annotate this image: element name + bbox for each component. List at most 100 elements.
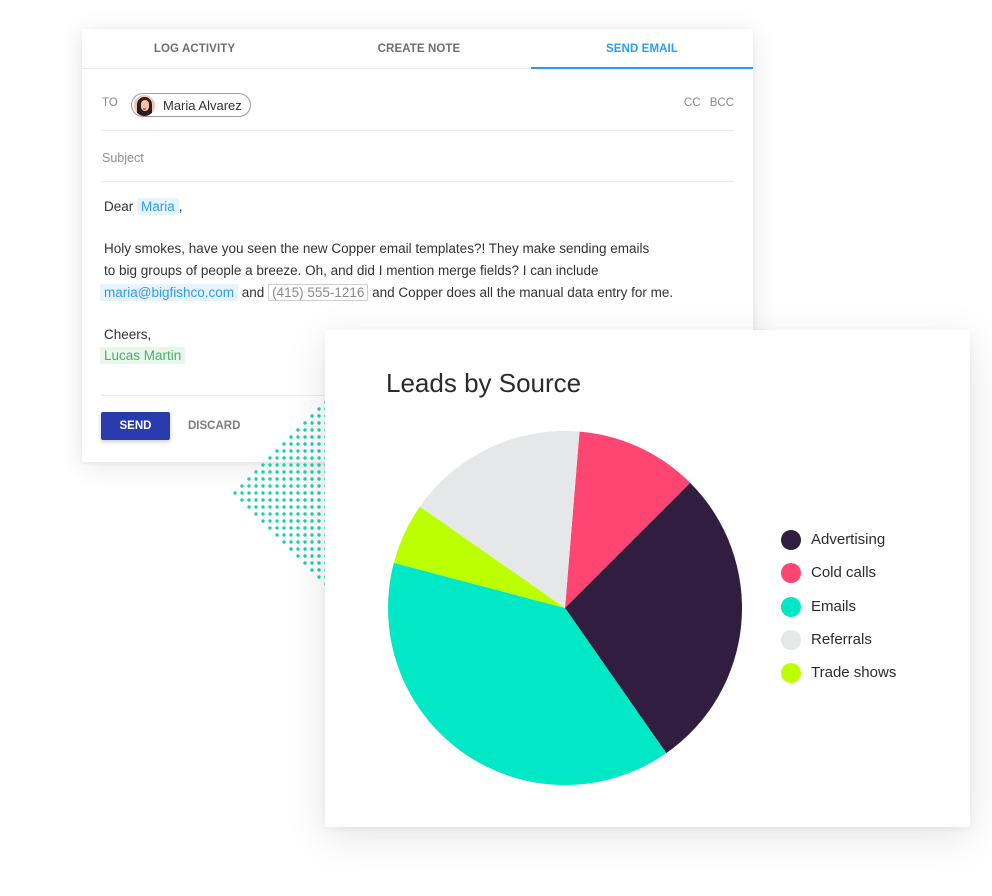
decorative-dot [317,526,321,530]
decorative-dot [289,442,293,446]
merge-field-email[interactable]: maria@bigfishco.com [100,284,238,301]
decorative-dot [261,512,265,516]
decorative-dot [254,477,258,481]
decorative-dot [317,498,321,502]
email-body-line-2: to big groups of people a breeze. Oh, an… [104,263,599,278]
decorative-dot [289,435,293,439]
decorative-dot [317,505,321,509]
decorative-dot [268,498,272,502]
cc-bcc-links: CC BCC [678,97,734,109]
legend-swatch [781,530,801,550]
decorative-dot [254,484,258,488]
decorative-dot [289,449,293,453]
decorative-dot [296,540,300,544]
decorative-dot [317,568,321,572]
decorative-dot [296,463,300,467]
decorative-dot [303,456,307,460]
decorative-dot [275,463,279,467]
decorative-dot [310,512,314,516]
decorative-dot [317,442,321,446]
decorative-dot [296,505,300,509]
decorative-dot [289,547,293,551]
decorative-dot [261,484,265,488]
email-greeting: Dear Maria, [104,196,183,218]
divider [101,181,734,182]
decorative-dot [282,491,286,495]
decorative-dot [296,477,300,481]
decorative-dot [296,519,300,523]
decorative-dot [310,561,314,565]
decorative-dot [275,477,279,481]
decorative-dot [289,505,293,509]
decorative-dot [282,498,286,502]
decorative-dot [303,484,307,488]
leads-chart-card: Leads by Source Advertising Cold calls Ema… [325,330,970,827]
send-button[interactable]: SEND [101,412,170,440]
merge-field-phone[interactable]: (415) 555-1216 [268,284,369,301]
tab-send-email[interactable]: SEND EMAIL [531,29,753,69]
tab-create-note[interactable]: CREATE NOTE [307,29,531,69]
merge-field-first-name[interactable]: Maria [137,198,179,215]
legend-label: Emails [811,597,857,615]
greeting-text: Dear [104,199,134,214]
decorative-dot [303,491,307,495]
decorative-dot [310,463,314,467]
decorative-dot [303,498,307,502]
decorative-dot [268,519,272,523]
decorative-dot [296,449,300,453]
decorative-dot [261,505,265,509]
decorative-dot [275,498,279,502]
decorative-dot [296,526,300,530]
decorative-dot [261,477,265,481]
decorative-dot [240,498,244,502]
body-rest-text: and Copper does all the manual data entr… [372,285,674,300]
decorative-dot [310,519,314,523]
decorative-dot [317,491,321,495]
greeting-comma: , [178,199,183,214]
legend-swatch [781,596,801,617]
decorative-dot [247,491,251,495]
tab-log-activity[interactable]: LOG ACTIVITY [82,29,307,69]
decorative-dot [275,484,279,488]
decorative-dot [233,491,237,495]
decorative-dot [289,526,293,530]
decorative-dot [275,449,279,453]
decorative-dot [317,561,321,565]
bcc-link[interactable]: BCC [710,97,734,109]
decorative-dot [310,414,314,418]
decorative-dot [247,477,251,481]
decorative-dot [317,407,321,411]
cc-link[interactable]: CC [684,97,701,109]
decorative-dot [282,505,286,509]
decorative-dot [282,484,286,488]
decorative-dot [275,519,279,523]
recipient-chip[interactable]: Maria Alvarez [131,93,251,117]
decorative-dot [268,470,272,474]
decorative-dot [310,498,314,502]
decorative-dot [310,477,314,481]
decorative-dot [289,540,293,544]
subject-input[interactable]: Subject [102,151,144,165]
decorative-dot [282,512,286,516]
decorative-dot [296,435,300,439]
to-label: TO [102,97,118,109]
decorative-dot [296,554,300,558]
decorative-dot [289,491,293,495]
decorative-dot [310,421,314,425]
decorative-dot [303,547,307,551]
avatar [134,95,155,116]
decorative-dot [282,533,286,537]
decorative-dot [289,519,293,523]
decorative-dot [317,484,321,488]
divider [101,130,734,131]
decorative-dot [303,540,307,544]
activity-tabs: LOG ACTIVITY CREATE NOTE SEND EMAIL [82,29,753,69]
decorative-dot [268,463,272,467]
decorative-dot [303,449,307,453]
decorative-dot [254,512,258,516]
merge-field-sender-name[interactable]: Lucas Martin [100,347,186,364]
decorative-dot [247,484,251,488]
legend-item: Referrals [781,629,941,650]
decorative-dot [254,470,258,474]
decorative-dot [275,456,279,460]
